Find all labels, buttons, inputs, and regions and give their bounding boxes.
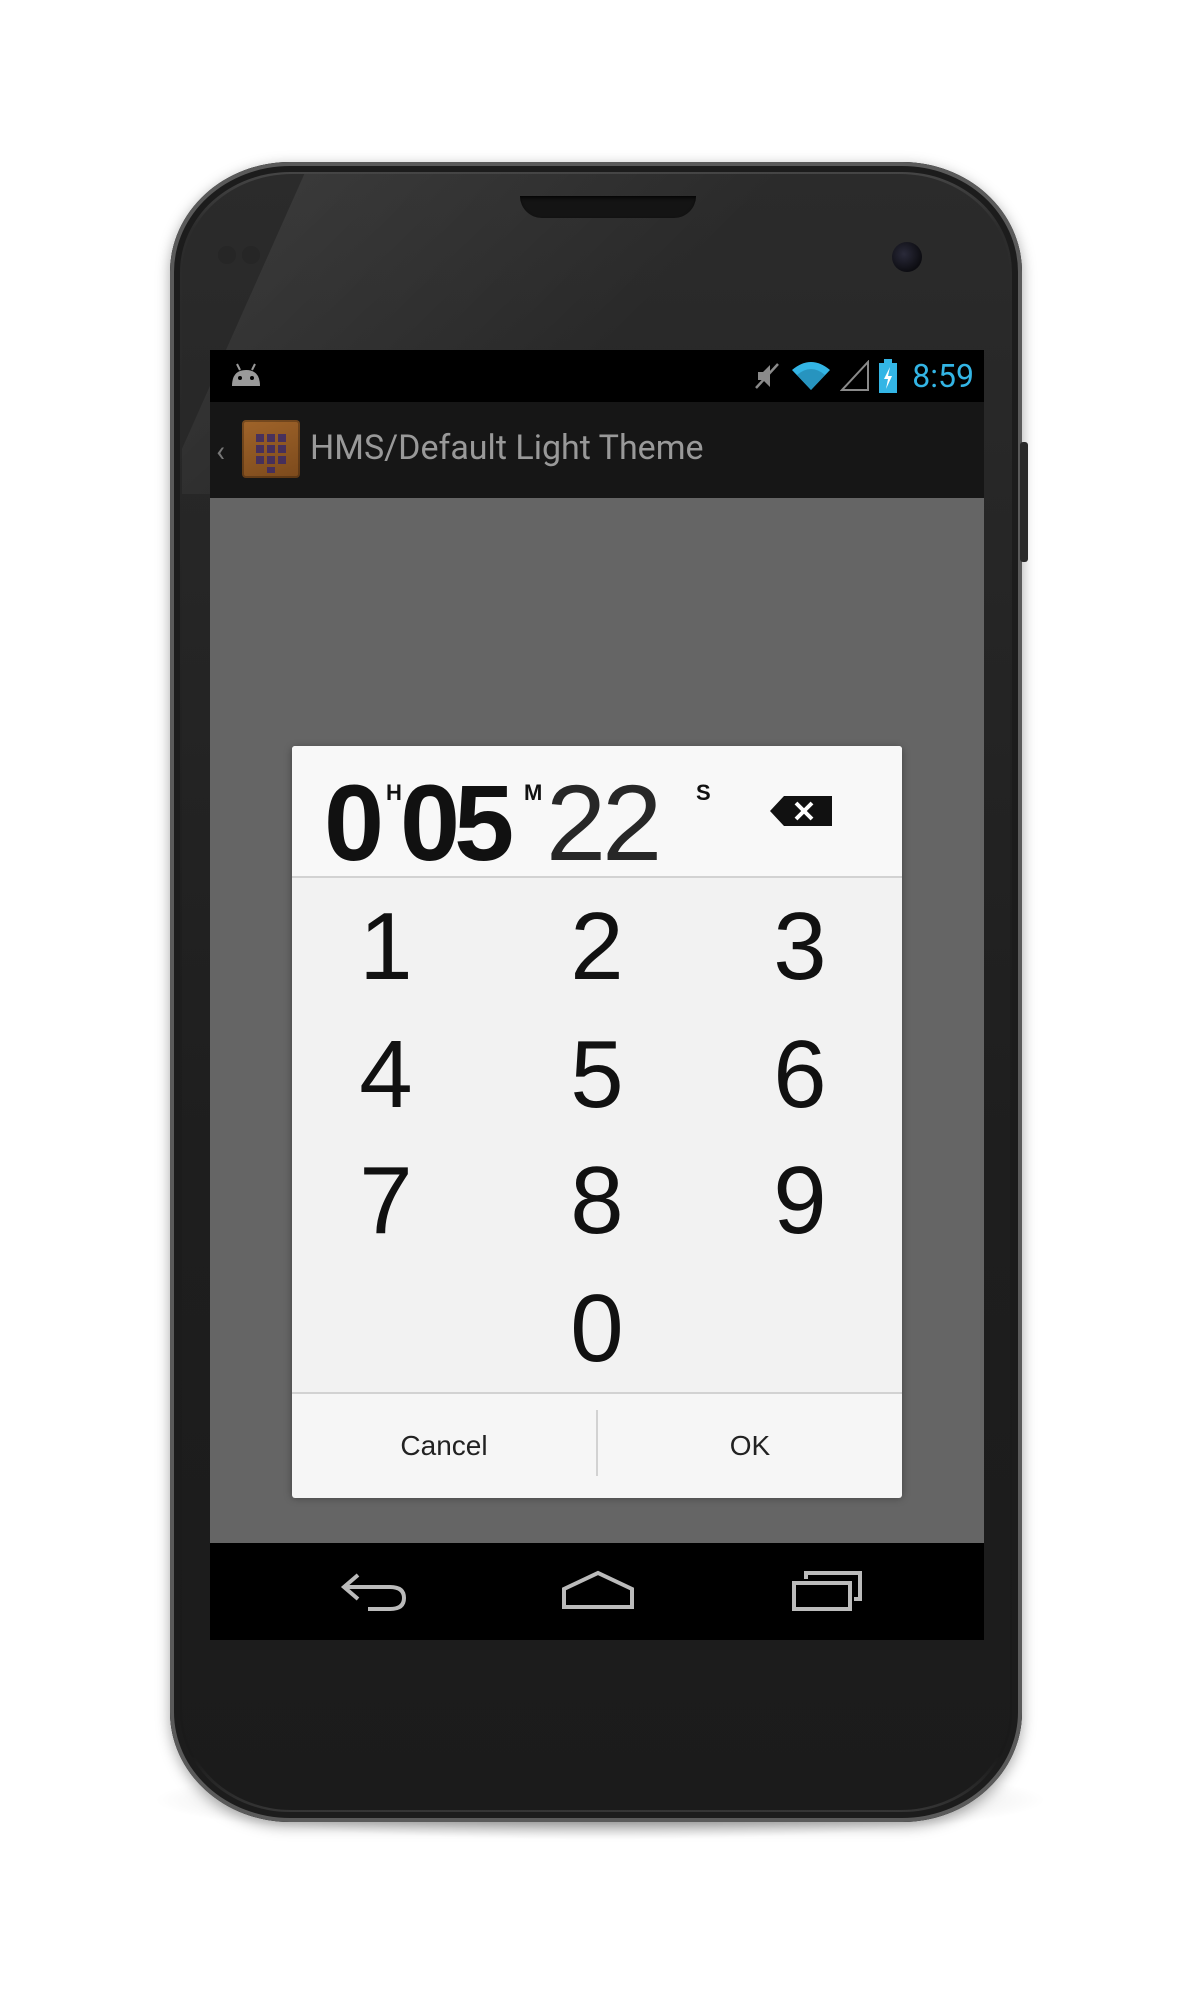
- key-9[interactable]: 9: [710, 1142, 890, 1260]
- seconds-value: 22: [546, 762, 662, 883]
- front-camera: [892, 242, 922, 272]
- numeric-keypad: 1 2 3 4 5 6 7 8 9 0: [292, 878, 902, 1390]
- mute-icon: [755, 363, 780, 389]
- wifi-icon: [792, 362, 831, 390]
- back-icon[interactable]: [338, 1565, 410, 1615]
- dialog-footer: Cancel OK: [292, 1392, 902, 1498]
- dialog-header: 0 H 05 M 22 S: [292, 746, 902, 883]
- key-4[interactable]: 4: [296, 1016, 476, 1134]
- cancel-button[interactable]: Cancel: [292, 1394, 596, 1498]
- status-clock: 8:59: [912, 357, 974, 395]
- android-debug-icon: [232, 363, 260, 386]
- key-0[interactable]: 0: [507, 1270, 687, 1388]
- hours-value: 0: [324, 762, 384, 883]
- proximity-sensor: [218, 246, 236, 264]
- content-area: 0 H 05 M 22 S 1 2 3 4 5 6 7 8 9 0 Cancel…: [210, 498, 984, 1543]
- key-7[interactable]: 7: [296, 1142, 476, 1260]
- ok-button[interactable]: OK: [598, 1394, 902, 1498]
- minutes-value: 05: [400, 762, 514, 883]
- signal-icon: [840, 360, 870, 391]
- key-6[interactable]: 6: [710, 1016, 890, 1134]
- status-bar: 8:59: [210, 350, 984, 402]
- key-8[interactable]: 8: [507, 1142, 687, 1260]
- key-1[interactable]: 1: [296, 888, 476, 1006]
- app-title: HMS/Default Light Theme: [310, 428, 704, 468]
- seconds-unit-label: S: [696, 780, 711, 805]
- minutes-unit-label: M: [524, 780, 543, 805]
- power-button: [1020, 442, 1028, 562]
- keypad-grid-icon: [256, 434, 286, 473]
- key-3[interactable]: 3: [710, 888, 890, 1006]
- status-icons: 8:59: [752, 357, 974, 395]
- navigation-bar: [210, 1543, 984, 1640]
- phone-screen: 8:59 ‹ HMS/Default Light Theme 0 H 05 M …: [210, 350, 984, 1640]
- action-bar: ‹ HMS/Default Light Theme: [210, 402, 984, 498]
- earpiece-speaker: [520, 196, 696, 218]
- key-2[interactable]: 2: [507, 888, 687, 1006]
- up-caret-icon[interactable]: ‹: [216, 434, 225, 469]
- backspace-icon[interactable]: [768, 794, 834, 828]
- app-icon[interactable]: [242, 420, 300, 478]
- light-sensor: [242, 246, 260, 264]
- battery-charging-icon: [879, 359, 898, 393]
- hms-picker-dialog: 0 H 05 M 22 S 1 2 3 4 5 6 7 8 9 0 Cancel…: [292, 746, 902, 1498]
- key-5[interactable]: 5: [507, 1016, 687, 1134]
- home-icon[interactable]: [558, 1565, 638, 1615]
- recents-icon[interactable]: [788, 1565, 868, 1615]
